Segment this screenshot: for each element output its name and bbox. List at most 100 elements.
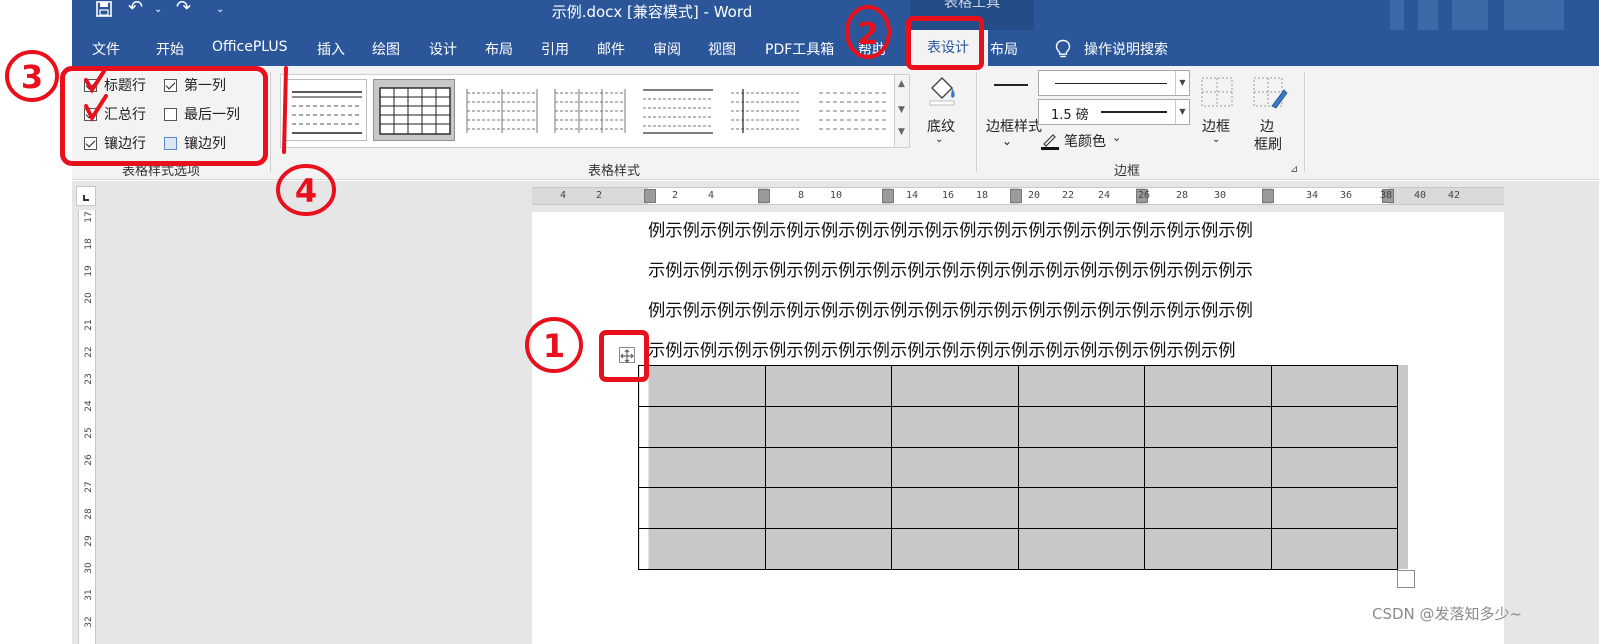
table-style-plain-lines[interactable] [285, 79, 367, 141]
table-cell[interactable] [1144, 528, 1272, 570]
tab-mailings[interactable]: 邮件 [597, 39, 625, 59]
borders-label[interactable]: 边框 [1202, 116, 1230, 136]
shading-label[interactable]: 底纹 [927, 116, 955, 136]
border-painter-label-bottom[interactable]: 框刷 [1254, 134, 1282, 154]
table-cell[interactable] [891, 405, 1019, 448]
line-style-combo[interactable]: ▼ [1038, 70, 1190, 96]
line-weight-combo[interactable]: 1.5 磅 ▼ [1038, 99, 1190, 125]
table-cell[interactable] [1270, 405, 1398, 448]
gallery-more-icon[interactable]: ▼ [898, 127, 905, 137]
tab-file[interactable]: 文件 [92, 39, 120, 59]
tell-me-search[interactable]: 操作说明搜索 [1084, 39, 1168, 59]
gallery-down-arrow-icon[interactable]: ▼ [898, 105, 905, 115]
table-cell[interactable] [764, 528, 892, 570]
ruler-column-marker[interactable] [1262, 189, 1274, 203]
ruler-column-marker[interactable] [644, 189, 656, 203]
table-style-light-shading[interactable] [637, 79, 719, 141]
table-cell[interactable] [764, 487, 892, 530]
table-cell[interactable] [1270, 528, 1398, 570]
tab-home[interactable]: 开始 [156, 39, 184, 59]
tab-draw[interactable]: 绘图 [372, 39, 400, 59]
lightbulb-icon[interactable] [1054, 39, 1072, 59]
ruler-column-marker[interactable] [758, 189, 770, 203]
table-cell[interactable] [891, 487, 1019, 530]
table-cell[interactable] [1017, 365, 1145, 407]
table-cell[interactable] [764, 365, 892, 407]
ruler-column-marker[interactable] [1010, 189, 1022, 203]
table-cell[interactable] [1144, 487, 1272, 530]
table-cell[interactable] [891, 528, 1019, 570]
horizontal-ruler[interactable]: 4 2 2 4 8 10 14 16 18 20 22 24 26 28 30 34 36 38 40 42 [532, 187, 1504, 205]
undo-dropdown-icon[interactable]: ⌄ [154, 4, 162, 15]
table-row[interactable] [638, 365, 1398, 407]
table-cell[interactable] [638, 365, 766, 407]
table-style-light-list[interactable] [549, 79, 631, 141]
document-paragraph[interactable]: 示例示例示例示例示例示例示例示例示例示例示例示例示例示例示例示例示例示 [648, 256, 1253, 281]
table-cell[interactable] [1144, 446, 1272, 489]
line-style-dropdown-icon[interactable]: ▼ [1175, 71, 1189, 95]
table-row[interactable] [638, 487, 1398, 530]
pen-color-label[interactable]: 笔颜色 [1064, 131, 1106, 151]
border-painter-label-top[interactable]: 边 [1260, 116, 1274, 136]
table-cell[interactable] [1144, 405, 1272, 448]
table-style-light-grid[interactable] [461, 79, 543, 141]
table-style-dashed[interactable] [813, 79, 895, 141]
table-cell[interactable] [891, 446, 1019, 489]
table-cell[interactable] [1270, 365, 1398, 407]
table-cell[interactable] [1270, 487, 1398, 530]
pen-color-icon[interactable] [1040, 130, 1060, 154]
table-cell[interactable] [638, 446, 766, 489]
tab-view[interactable]: 视图 [708, 39, 736, 59]
vertical-ruler[interactable]: 17 18 19 20 21 22 23 24 25 26 27 28 29 30 31 32 [78, 210, 96, 644]
document-table[interactable] [638, 365, 1398, 570]
table-styles-gallery[interactable] [280, 74, 910, 148]
shading-bucket-icon[interactable] [924, 74, 960, 110]
table-cell[interactable] [891, 365, 1019, 407]
tab-review[interactable]: 审阅 [653, 39, 681, 59]
tab-table-layout[interactable]: 布局 [990, 39, 1018, 59]
table-cell[interactable] [1017, 405, 1145, 448]
save-icon[interactable] [96, 1, 112, 22]
borders-grid-icon[interactable] [1200, 76, 1234, 112]
table-style-grid-selected[interactable] [373, 79, 455, 141]
gallery-scrollbar[interactable]: ▲ ▼ ▼ [894, 74, 910, 148]
document-paragraph[interactable]: 示例示例示例示例示例示例示例示例示例示例示例示例示例示例示例示例示例 [648, 336, 1236, 361]
table-row[interactable] [638, 528, 1398, 570]
table-cell[interactable] [1017, 528, 1145, 570]
table-cell[interactable] [764, 446, 892, 489]
table-cell[interactable] [764, 405, 892, 448]
document-paragraph[interactable]: 例示例示例示例示例示例示例示例示例示例示例示例示例示例示例示例示例示例 [648, 216, 1253, 241]
pen-color-dropdown-icon[interactable]: ⌄ [1112, 131, 1121, 144]
tab-design[interactable]: 设计 [429, 39, 457, 59]
borders-dialog-launcher-icon[interactable]: ⊿ [1290, 164, 1298, 175]
undo-icon[interactable]: ↶ [128, 0, 143, 18]
tab-officeplus[interactable]: OfficePLUS [212, 39, 288, 55]
tab-pdf-toolbox[interactable]: PDF工具箱 [765, 39, 834, 59]
border-styles-dropdown-icon[interactable]: ⌄ [1002, 134, 1012, 148]
ruler-column-marker[interactable] [882, 189, 894, 203]
table-cell[interactable] [1144, 365, 1272, 407]
document-paragraph[interactable]: 例示例示例示例示例示例示例示例示例示例示例示例示例示例示例示例示例示例 [648, 296, 1253, 321]
table-resize-handle[interactable] [1397, 570, 1415, 588]
table-row[interactable] [638, 405, 1398, 448]
table-cell[interactable] [1270, 446, 1398, 489]
table-cell[interactable] [638, 528, 766, 570]
table-cell[interactable] [638, 405, 766, 448]
table-row[interactable] [638, 446, 1398, 489]
table-cell[interactable] [638, 487, 766, 530]
shading-dropdown-icon[interactable]: ⌄ [935, 134, 943, 145]
border-styles-line-icon[interactable] [994, 84, 1028, 86]
line-weight-dropdown-icon[interactable]: ▼ [1175, 100, 1189, 124]
tab-layout[interactable]: 布局 [485, 39, 513, 59]
tab-selector-icon[interactable] [76, 186, 96, 206]
table-cell[interactable] [1017, 446, 1145, 489]
tab-references[interactable]: 引用 [541, 39, 569, 59]
borders-dropdown-icon[interactable]: ⌄ [1212, 134, 1220, 145]
border-styles-label[interactable]: 边框样式 [986, 116, 1042, 136]
redo-icon[interactable]: ↷ [176, 0, 191, 18]
customize-qat-icon[interactable]: ⌄ [216, 4, 224, 15]
table-cell[interactable] [1017, 487, 1145, 530]
gallery-up-arrow-icon[interactable]: ▲ [898, 79, 905, 89]
table-style-first-column[interactable] [725, 79, 807, 141]
tab-insert[interactable]: 插入 [317, 39, 345, 59]
